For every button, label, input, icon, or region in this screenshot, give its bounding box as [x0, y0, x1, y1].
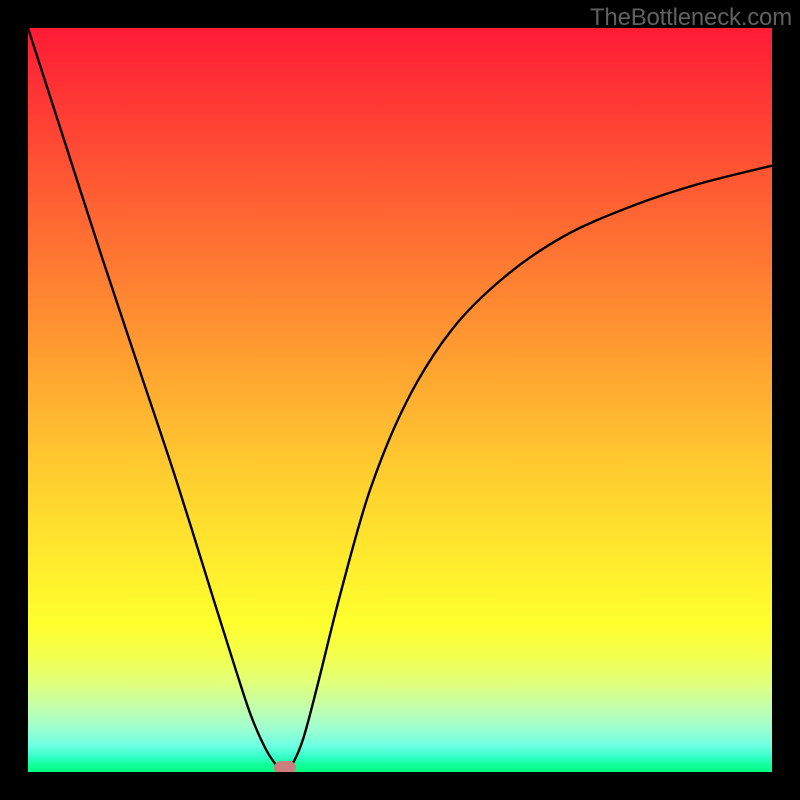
plot-area	[28, 28, 772, 772]
watermark-text: TheBottleneck.com	[590, 4, 792, 32]
optimal-marker	[274, 761, 296, 772]
bottleneck-curve	[28, 28, 772, 772]
chart-frame: TheBottleneck.com	[0, 0, 800, 800]
